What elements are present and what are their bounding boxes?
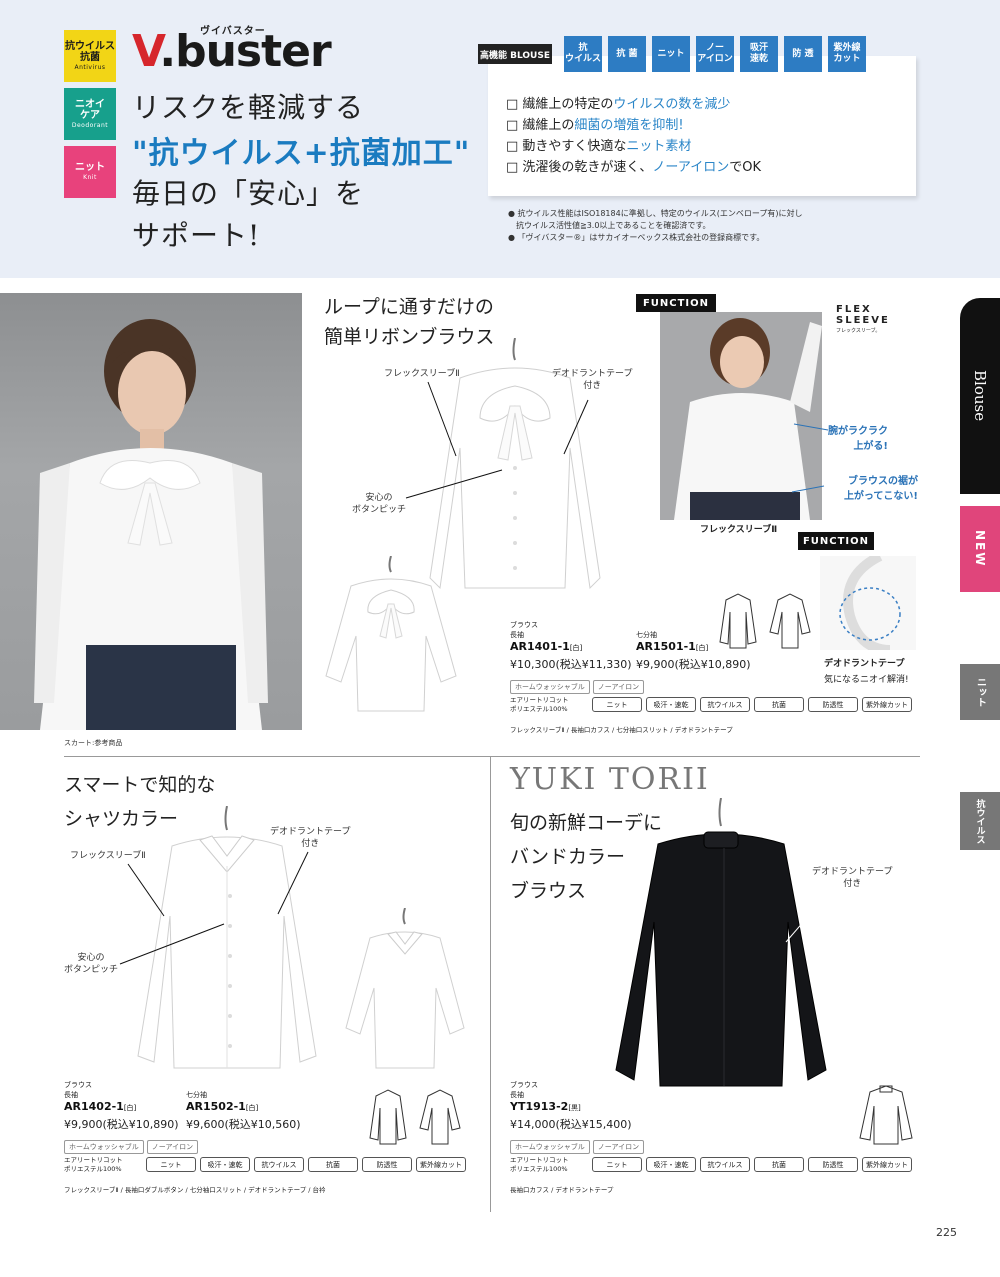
fabric-info: エアリートリコット ポリエステル100% [510, 696, 569, 713]
callout-lines-2 [119, 851, 309, 965]
feature-antivirus: 抗 ウイルス [564, 36, 602, 72]
spec-badges-2: ニット 吸汗・速乾 抗ウイルス 抗菌 防透性 紫外線カット [146, 1157, 466, 1172]
check-item: □ 繊維上の細菌の増殖を抑制! [506, 118, 684, 133]
model-photo-ribbon-blouse [0, 293, 302, 730]
flex-sleeve-caption: フレックスリーブⅡ [700, 525, 778, 535]
check-item: □ 洗濯後の乾きが速く、ノーアイロンでOK [506, 160, 762, 175]
deodorant-sub: 気になるニオイ解消! [824, 675, 909, 685]
spec-tag: 高機能 BLOUSE [478, 44, 552, 64]
line-drawing-yt1913 [859, 1085, 913, 1145]
vbuster-logo: V.buster [132, 26, 332, 77]
note-lines [791, 423, 829, 493]
product-code-yt1913: YT1913-2[黒] [510, 1100, 581, 1113]
divider-vertical [490, 756, 491, 1212]
feature-icons: 抗 ウイルス 抗 菌 ニット ノー アイロン 吸汗 速乾 防 透 紫外線 カット [564, 36, 866, 72]
deodorant-badge: ニオイ ケア Deodorant [64, 88, 116, 140]
detail-line-2: フレックスリーブⅡ / 長袖口ダブルボタン / 七分袖口スリット / デオドラン… [64, 1186, 326, 1194]
sleeve-type-7-2: 七分袖 [186, 1091, 207, 1099]
care-chips-3: ホームウォッシャブル ノーアイロン [510, 1134, 647, 1154]
tab-antivirus[interactable]: 抗ウイルス [960, 792, 1000, 850]
headline-line-3: 毎日の「安心」を [132, 177, 365, 210]
product-code-ar1402: AR1402-1[白] [64, 1100, 137, 1113]
product-category: ブラウス 長袖 [510, 621, 538, 639]
function-tag: FUNCTION [636, 294, 716, 312]
product-category-3: ブラウス 長袖 [510, 1081, 538, 1099]
spec-badges-1: ニット 吸汗・速乾 抗ウイルス 抗菌 防透性 紫外線カット [592, 697, 912, 712]
knit-badge: ニット Knit [64, 146, 116, 198]
product-ar1502-image [340, 908, 470, 1072]
feature-noiron: ノー アイロン [696, 36, 734, 72]
headline-line-4: サポート! [132, 219, 261, 252]
page-number: 225 [936, 1226, 957, 1239]
feature-checklist: □ 繊維上の特定のウイルスの数を減少 □ 繊維上の細菌の増殖を抑制! □ 動きや… [506, 94, 761, 178]
footnotes: ● 抗ウイルス性能はISO18184に準拠し、特定のウイルス(エンベロープ有)に… [508, 209, 803, 242]
spec-badges-3: ニット 吸汗・速乾 抗ウイルス 抗菌 防透性 紫外線カット [592, 1157, 912, 1172]
callout-deodorant-tape-2: デオドラントテープ 付き [270, 827, 351, 849]
headline-line-2: "抗ウイルス+抗菌加工" [132, 136, 471, 171]
product-price-ar1501: ¥9,900(税込¥10,890) [636, 658, 751, 671]
fabric-info-2: エアリートリコット ポリエステル100% [64, 1156, 123, 1173]
care-chips: ホームウォッシャブル ノーアイロン [510, 674, 647, 694]
product-code-ar1502: AR1502-1[白] [186, 1100, 259, 1113]
product-code-ar1401: AR1401-1[白] [510, 640, 583, 653]
feature-seethrough: 防 透 [784, 36, 822, 72]
deodorant-title: デオドラントテープ [824, 659, 905, 669]
deodorant-tape-photo [820, 556, 916, 650]
product-price-yt1913: ¥14,000(税込¥15,400) [510, 1118, 632, 1131]
detail-line-3: 長袖口カフス / デオドラントテープ [510, 1186, 614, 1194]
callout-lines-1 [405, 381, 589, 499]
product-price-ar1402: ¥9,900(税込¥10,890) [64, 1118, 179, 1131]
product-code-ar1501: AR1501-1[白] [636, 640, 709, 653]
feature-uvcut: 紫外線 カット [828, 36, 866, 72]
line-drawing-1401-1501 [719, 593, 811, 649]
detail-line-1: フレックスリーブⅡ / 長袖口カフス / 七分袖口スリット / デオドラントテー… [510, 726, 733, 734]
feature-knit: ニット [652, 36, 690, 72]
care-chips-2: ホームウォッシャブル ノーアイロン [64, 1134, 201, 1154]
feature-antibacterial: 抗 菌 [608, 36, 646, 72]
product-price-ar1502: ¥9,600(税込¥10,560) [186, 1118, 301, 1131]
flex-sleeve-logo: FLEX SLEEVE フレックスリーブ。 [836, 304, 890, 334]
sleeve-type-7: 七分袖 [636, 631, 657, 639]
antivirus-badge: 抗ウイルス 抗菌 Antivirus [64, 30, 116, 82]
product-ar1501-image [316, 556, 466, 716]
feature-quickdry: 吸汗 速乾 [740, 36, 778, 72]
check-item: □ 繊維上の特定のウイルスの数を減少 [506, 97, 731, 112]
headline-line-1: リスクを軽減する [132, 91, 365, 124]
divider-horizontal [64, 756, 920, 757]
callout-line-3 [785, 883, 837, 943]
line-drawing-1402-1502 [369, 1089, 461, 1145]
model-caption: スカート:参考商品 [64, 739, 123, 747]
product-category-2: ブラウス 長袖 [64, 1081, 92, 1099]
check-item: □ 動きやすく快適なニット素材 [506, 139, 692, 154]
tab-knit[interactable]: ニット [960, 664, 1000, 720]
tab-blouse[interactable]: Blouse [960, 298, 1000, 494]
tab-new[interactable]: NEW [960, 506, 1000, 592]
brand-yuki-torii: YUKI TORII [510, 762, 710, 797]
function-tag-2: FUNCTION [798, 532, 874, 550]
product-price-ar1401: ¥10,300(税込¥11,330) [510, 658, 632, 671]
fabric-info-3: エアリートリコット ポリエステル100% [510, 1156, 569, 1173]
